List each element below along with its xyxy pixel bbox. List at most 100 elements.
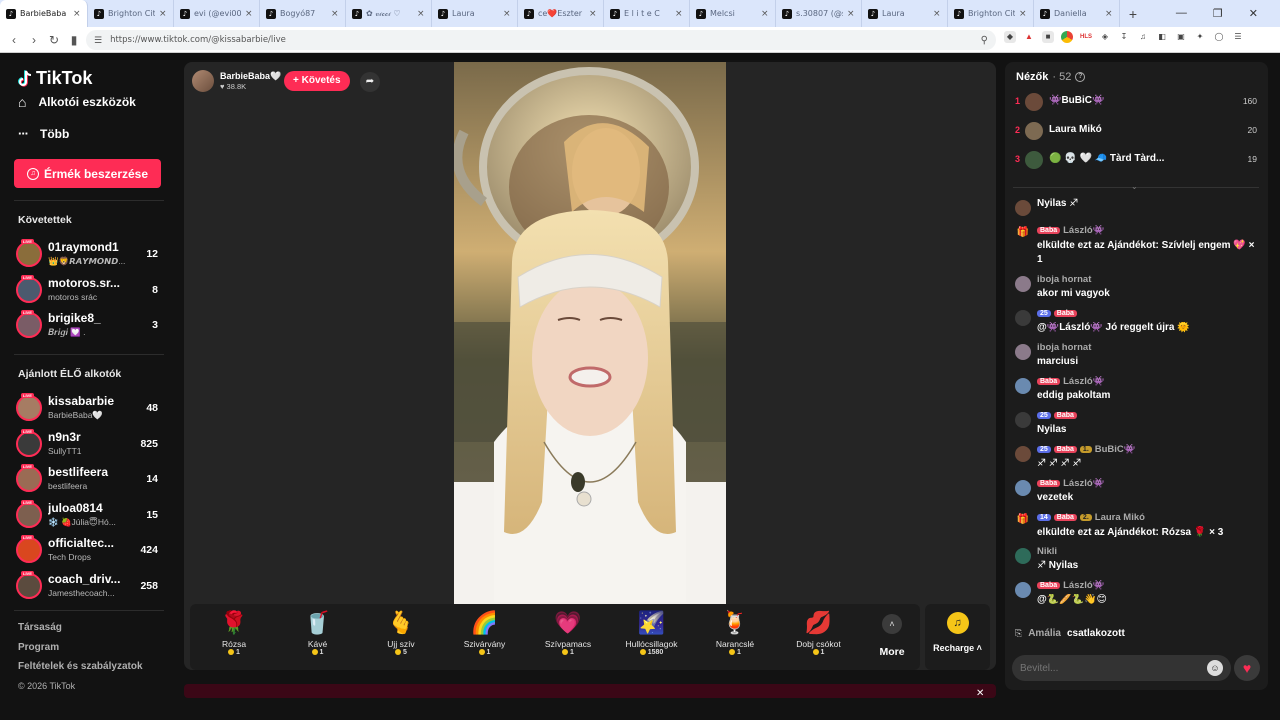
footer-link[interactable]: Társaság: [18, 622, 62, 633]
browser-tab[interactable]: ♪ ce❤️Eszter ×: [518, 0, 604, 27]
close-tab-icon[interactable]: ×: [1105, 9, 1113, 19]
gift-item[interactable]: 🍹 Narancslé 1: [695, 608, 775, 668]
hls-icon[interactable]: HLS: [1080, 31, 1092, 43]
account-row[interactable]: LIVE bestlifeera bestlifeera 14: [16, 464, 166, 494]
avatar[interactable]: [1015, 276, 1031, 292]
avatar[interactable]: [1015, 200, 1031, 216]
browser-tab[interactable]: ♪ Daniella ×: [1034, 0, 1120, 27]
avatar[interactable]: [1015, 378, 1031, 394]
message-author[interactable]: 25 Baba 1. BuBiC👾: [1037, 444, 1136, 455]
chat-input[interactable]: [1020, 662, 1207, 674]
close-window-icon[interactable]: ✕: [1249, 7, 1258, 20]
avatar[interactable]: [1015, 480, 1031, 496]
avatar[interactable]: [16, 312, 42, 338]
emoji-icon[interactable]: ☺: [1207, 660, 1223, 676]
avatar[interactable]: [1015, 582, 1031, 598]
more-link[interactable]: ··· Több: [18, 126, 69, 141]
chat-input-box[interactable]: ☺: [1012, 655, 1231, 681]
close-tab-icon[interactable]: ×: [245, 9, 253, 19]
minimize-icon[interactable]: —: [1176, 7, 1187, 20]
avatar[interactable]: [1025, 93, 1043, 111]
avatar[interactable]: [1015, 344, 1031, 360]
gift-item[interactable]: 🌠 Hullócsillagok 1580: [612, 608, 692, 668]
avatar[interactable]: [16, 501, 42, 528]
browser-tab[interactable]: ♪ Brighton City ×: [88, 0, 174, 27]
gift-item[interactable]: 🌈 Szivárvány 1: [445, 608, 525, 668]
url-field[interactable]: ☰ https://www.tiktok.com/@kissabarbie/li…: [86, 30, 996, 50]
new-tab-button[interactable]: +: [1120, 6, 1146, 22]
help-icon[interactable]: ?: [1075, 72, 1086, 82]
download-icon[interactable]: ↧: [1118, 31, 1130, 43]
close-tab-icon[interactable]: ×: [417, 9, 425, 19]
avatar[interactable]: [16, 537, 42, 563]
recharge-button[interactable]: ♫ Recharge ˄: [925, 604, 990, 670]
close-tab-icon[interactable]: ×: [503, 9, 511, 19]
browser-tab[interactable]: ♪ E l i t e C ×: [604, 0, 690, 27]
account-row[interactable]: LIVE n9n3r SullyTT1 825: [16, 428, 166, 459]
share-icon[interactable]: ➦: [360, 72, 380, 92]
sidebar-icon[interactable]: ◧: [1156, 31, 1168, 43]
avatar[interactable]: [16, 395, 42, 421]
get-coins-button[interactable]: ♫ Érmék beszerzése: [14, 159, 161, 188]
message-author[interactable]: Nikli: [1037, 546, 1057, 557]
avatar[interactable]: [1015, 310, 1031, 326]
wallet-icon[interactable]: ▣: [1175, 31, 1187, 43]
message-author[interactable]: iboja hornat: [1037, 342, 1091, 353]
account-row[interactable]: LIVE officialtec... Tech Drops 424: [16, 535, 166, 565]
message-author[interactable]: Baba László👾: [1037, 580, 1105, 591]
message-author[interactable]: Baba László👾: [1037, 225, 1105, 236]
account-row[interactable]: LIVE juloa0814 ❄️ 🍓Júlia😇Hó... 15: [16, 499, 166, 530]
warning-icon[interactable]: ▲: [1023, 31, 1035, 43]
gift-item[interactable]: 🫰 Ujj szív 5: [361, 608, 441, 668]
avatar[interactable]: [1025, 122, 1043, 140]
host-info[interactable]: BarbieBaba🤍 ♥ 38.8K: [192, 70, 281, 92]
zoom-icon[interactable]: ⚲: [981, 35, 988, 46]
avatar[interactable]: [16, 430, 42, 457]
follow-button[interactable]: + Követés: [284, 71, 350, 91]
maximize-icon[interactable]: ❐: [1213, 7, 1223, 20]
join-user[interactable]: Amália: [1028, 628, 1061, 639]
media-icon[interactable]: ♫: [1137, 31, 1149, 43]
browser-tab[interactable]: ♪ Laura ×: [862, 0, 948, 27]
top-viewer-row[interactable]: 1 👾BuBiC👾 160: [1015, 91, 1259, 113]
avatar[interactable]: [16, 572, 42, 599]
account-row[interactable]: LIVE 01raymond1 👑🦁𝙍𝘼𝙔𝙈𝙊𝙉𝘿... 12: [16, 239, 166, 269]
avatar[interactable]: [1025, 151, 1043, 169]
browser-tab[interactable]: ♪ Brighton City ×: [948, 0, 1034, 27]
close-tab-icon[interactable]: ×: [675, 9, 683, 19]
gift-item[interactable]: 🥤 Kávé 1: [278, 608, 358, 668]
tiktok-logo[interactable]: TikTok: [17, 68, 92, 89]
live-video[interactable]: [454, 62, 726, 604]
chrome-icon[interactable]: [1061, 31, 1073, 43]
close-tab-icon[interactable]: ×: [1019, 9, 1027, 19]
avatar[interactable]: [16, 276, 42, 303]
close-tab-icon[interactable]: ×: [331, 9, 339, 19]
gift-item[interactable]: 💗 Szívpamacs 1: [528, 608, 608, 668]
bottom-banner[interactable]: [184, 684, 996, 698]
browser-tab[interactable]: ♪ Bogyó87 ×: [260, 0, 346, 27]
puzzle-icon[interactable]: ◈: [1099, 31, 1111, 43]
close-tab-icon[interactable]: ×: [761, 9, 769, 19]
back-icon[interactable]: ‹: [4, 33, 24, 47]
browser-tab[interactable]: ♪ Melcsi ×: [690, 0, 776, 27]
browser-tab[interactable]: ♪ ✿ 𝓋𝒾𝒸𝒸𝒾 ♡ ×: [346, 0, 432, 27]
creator-tools-link[interactable]: ⌂ Alkotói eszközök: [18, 94, 136, 110]
reload-icon[interactable]: ↻: [44, 33, 64, 47]
chevron-down-icon[interactable]: ⌄: [1131, 182, 1138, 191]
footer-link[interactable]: Program: [18, 642, 59, 653]
close-tab-icon[interactable]: ×: [847, 9, 855, 19]
avatar[interactable]: [16, 241, 42, 267]
close-tab-icon[interactable]: ×: [933, 9, 941, 19]
extension-icon[interactable]: ■: [1042, 31, 1054, 43]
avatar[interactable]: [16, 466, 42, 492]
menu-icon[interactable]: ☰: [1232, 31, 1244, 43]
close-icon[interactable]: ✕: [976, 688, 984, 699]
message-author[interactable]: Baba László👾: [1037, 376, 1105, 387]
forward-icon[interactable]: ›: [24, 33, 44, 47]
message-author[interactable]: 25 Baba: [1037, 308, 1080, 319]
message-author[interactable]: 25 Baba: [1037, 410, 1080, 421]
avatar[interactable]: [1015, 548, 1031, 564]
browser-tab[interactable]: ♪ evi (@evi0013... ×: [174, 0, 260, 27]
browser-tab[interactable]: ♪ s.30807 (@s... ×: [776, 0, 862, 27]
vpn-icon[interactable]: ◯: [1213, 31, 1225, 43]
